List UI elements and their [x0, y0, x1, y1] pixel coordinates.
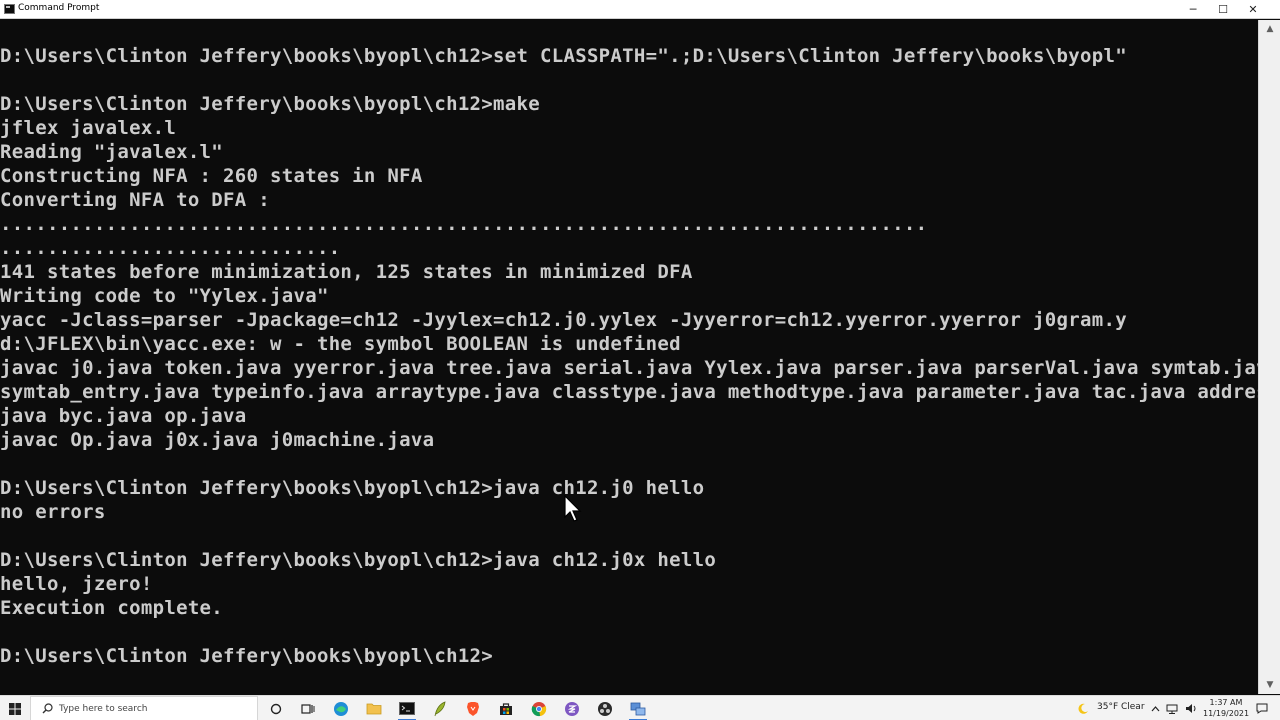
- console-line: Execution complete.: [0, 597, 224, 619]
- console-line: javac j0.java token.java yyerror.java tr…: [0, 357, 1258, 379]
- feather-app-icon[interactable]: [429, 698, 451, 719]
- minimize-button[interactable]: ─: [1178, 0, 1208, 19]
- maximize-button[interactable]: ☐: [1208, 0, 1238, 19]
- cortana-icon[interactable]: [265, 698, 287, 719]
- network-app-icon[interactable]: [627, 698, 649, 720]
- console-line: yacc -Jclass=parser -Jpackage=ch12 -Jyyl…: [0, 309, 1127, 331]
- emacs-app-icon[interactable]: [561, 698, 583, 719]
- console-line: 141 states before minimization, 125 stat…: [0, 261, 693, 283]
- console-line: jflex javalex.l: [0, 117, 177, 139]
- notifications-icon[interactable]: [1252, 698, 1272, 719]
- chrome-icon[interactable]: [528, 698, 550, 719]
- console-output[interactable]: D:\Users\Clinton Jeffery\books\byopl\ch1…: [0, 20, 1258, 694]
- volume-icon[interactable]: [1183, 698, 1199, 719]
- task-view-icon[interactable]: [297, 698, 319, 719]
- scroll-up-button[interactable]: ▲: [1259, 20, 1280, 38]
- console-line: Reading "javalex.l": [0, 141, 224, 163]
- console-prompt-line: D:\Users\Clinton Jeffery\books\byopl\ch1…: [0, 645, 494, 667]
- title-bar[interactable]: Command Prompt ─ ☐ ✕: [0, 0, 1280, 19]
- command-prompt-taskbar-icon[interactable]: [396, 698, 418, 720]
- clock-date: 11/19/2021: [1203, 709, 1250, 718]
- console-line: java byc.java op.java: [0, 405, 247, 427]
- network-icon[interactable]: [1164, 698, 1180, 719]
- clock-time: 1:37 AM: [1209, 698, 1243, 707]
- taskbar-search-box[interactable]: Type here to search: [30, 696, 258, 720]
- console-line: Writing code to "Yylex.java": [0, 285, 329, 307]
- store-icon[interactable]: [495, 698, 517, 719]
- vertical-scrollbar[interactable]: ▲ ▼: [1258, 20, 1280, 694]
- mouse-pointer-icon: [564, 495, 582, 522]
- console-line: D:\Users\Clinton Jeffery\books\byopl\ch1…: [0, 549, 717, 571]
- close-button[interactable]: ✕: [1238, 0, 1268, 19]
- console-line: hello, jzero!: [0, 573, 153, 595]
- taskbar: Type here to search 35°F Clear 1:37 AM 1…: [0, 695, 1280, 720]
- search-placeholder: Type here to search: [59, 703, 148, 714]
- cmd-app-icon[interactable]: [4, 4, 15, 14]
- scroll-down-button[interactable]: ▼: [1259, 676, 1280, 694]
- console-line: javac Op.java j0x.java j0machine.java: [0, 429, 435, 451]
- file-explorer-icon[interactable]: [363, 698, 385, 719]
- show-hidden-icons-icon[interactable]: [1147, 698, 1163, 719]
- weather-moon-icon[interactable]: [1075, 698, 1091, 719]
- console-line: D:\Users\Clinton Jeffery\books\byopl\ch1…: [0, 45, 1127, 67]
- weather-text[interactable]: 35°F Clear: [1097, 702, 1145, 712]
- search-icon: [39, 701, 55, 717]
- console-line: D:\Users\Clinton Jeffery\books\byopl\ch1…: [0, 477, 705, 499]
- console-line: ........................................…: [0, 213, 928, 235]
- console-line: D:\Users\Clinton Jeffery\books\byopl\ch1…: [0, 93, 540, 115]
- console-line: d:\JFLEX\bin\yacc.exe: w - the symbol BO…: [0, 333, 681, 355]
- window-title: Command Prompt: [18, 3, 100, 13]
- console-line: no errors: [0, 501, 106, 523]
- console-line: symtab_entry.java typeinfo.java arraytyp…: [0, 381, 1258, 403]
- start-button[interactable]: [0, 696, 30, 720]
- windows-logo-icon: [9, 702, 21, 715]
- console-line: Constructing NFA : 260 states in NFA: [0, 165, 423, 187]
- edge-browser-icon[interactable]: [330, 698, 352, 719]
- console-line: Converting NFA to DFA :: [0, 189, 270, 211]
- system-clock[interactable]: 1:37 AM 11/19/2021: [1203, 697, 1249, 719]
- brave-browser-icon[interactable]: [462, 698, 484, 719]
- console-line: .............................: [0, 237, 341, 259]
- obs-app-icon[interactable]: [594, 698, 616, 719]
